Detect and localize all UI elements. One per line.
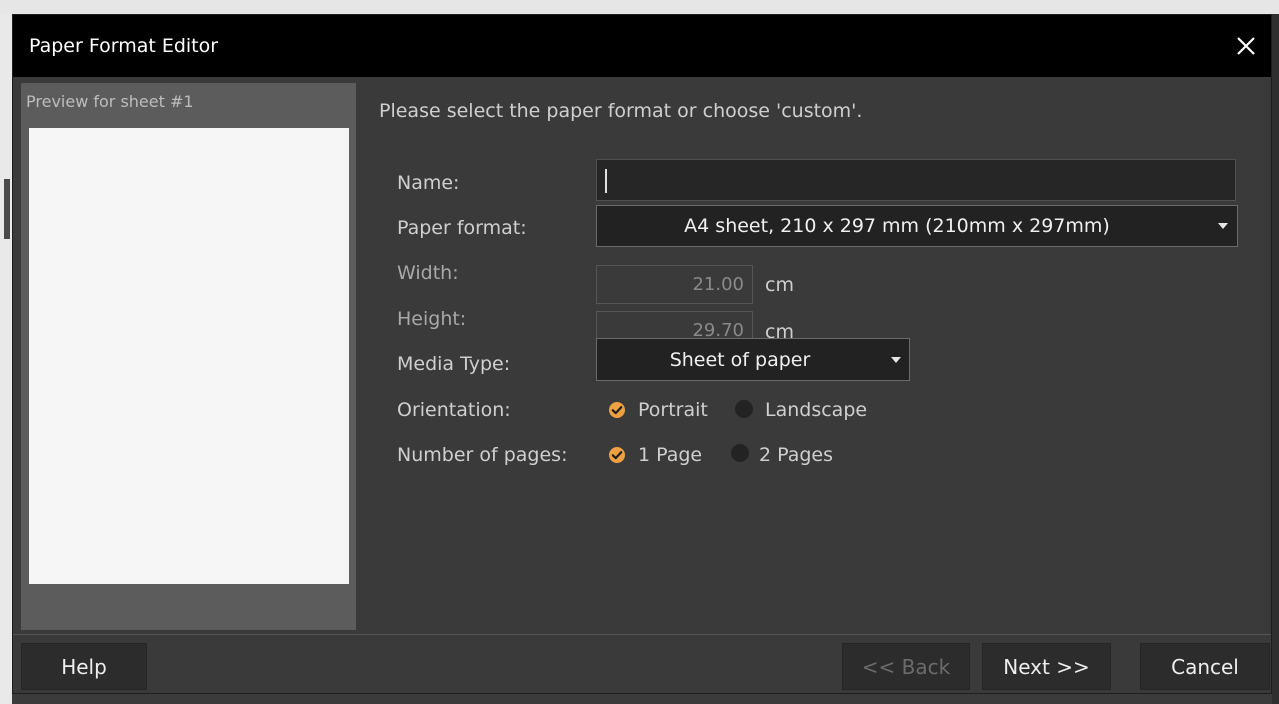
two-pages-radio[interactable]: [731, 444, 749, 462]
paper-format-dialog: Paper Format Editor Preview for sheet #1…: [12, 14, 1272, 694]
back-button[interactable]: << Back: [842, 643, 970, 690]
form-area: Please select the paper format or choose…: [357, 77, 1271, 633]
portrait-radio[interactable]: [608, 401, 626, 419]
preview-sheet: [29, 128, 349, 584]
two-pages-label[interactable]: 2 Pages: [759, 444, 833, 466]
paper-format-label: Paper format:: [397, 217, 527, 239]
landscape-radio[interactable]: [735, 400, 753, 418]
dropdown-arrow-icon: [1218, 223, 1228, 229]
close-button[interactable]: [1229, 29, 1263, 63]
backdrop-left: [0, 14, 12, 704]
close-icon: [1237, 37, 1255, 55]
portrait-label[interactable]: Portrait: [638, 399, 708, 421]
backdrop-right: [1272, 14, 1279, 704]
orange-check-icon: [609, 402, 625, 418]
width-input[interactable]: 21.00: [596, 265, 753, 304]
media-type-label: Media Type:: [397, 353, 511, 375]
paper-format-dropdown[interactable]: A4 sheet, 210 x 297 mm (210mm x 297mm): [596, 205, 1238, 247]
name-label: Name:: [397, 172, 460, 194]
width-label: Width:: [397, 262, 459, 284]
media-type-value: Sheet of paper: [669, 348, 811, 371]
backdrop-top: [0, 0, 1279, 14]
one-page-label[interactable]: 1 Page: [638, 444, 702, 466]
width-unit: cm: [765, 274, 794, 296]
height-label: Height:: [397, 308, 467, 330]
paper-format-value: A4 sheet, 210 x 297 mm (210mm x 297mm): [684, 215, 1110, 237]
instruction-text: Please select the paper format or choose…: [379, 100, 863, 122]
next-button[interactable]: Next >>: [982, 643, 1111, 690]
preview-label: Preview for sheet #1: [26, 92, 194, 111]
cancel-button[interactable]: Cancel: [1140, 643, 1270, 690]
help-button[interactable]: Help: [21, 643, 147, 690]
dialog-title: Paper Format Editor: [29, 35, 219, 57]
pages-label: Number of pages:: [397, 444, 568, 466]
preview-panel: Preview for sheet #1: [21, 83, 356, 630]
backdrop-strip: [4, 179, 10, 239]
dropdown-arrow-icon: [891, 356, 901, 363]
footer-divider: [13, 634, 1271, 635]
orange-check-icon: [609, 447, 625, 463]
orientation-label: Orientation:: [397, 399, 511, 421]
text-caret: [605, 169, 607, 193]
media-type-dropdown[interactable]: Sheet of paper: [596, 338, 910, 381]
landscape-label[interactable]: Landscape: [765, 399, 867, 421]
one-page-radio[interactable]: [608, 446, 626, 464]
title-bar: Paper Format Editor: [13, 15, 1271, 77]
name-input[interactable]: [596, 159, 1236, 201]
